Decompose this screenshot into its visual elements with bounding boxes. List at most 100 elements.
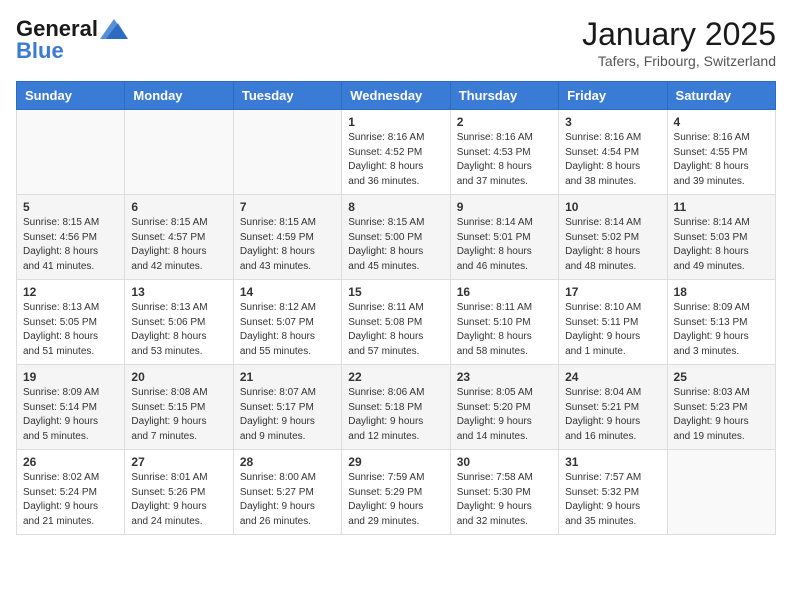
day-number: 15 [348, 285, 443, 299]
calendar-cell: 3Sunrise: 8:16 AM Sunset: 4:54 PM Daylig… [559, 110, 667, 195]
calendar-cell: 25 Sunrise: 8:03 AM Sunset: 5:23 PM Dayli… [667, 365, 775, 450]
logo-blue-text: Blue [16, 38, 64, 64]
day-header-wednesday: Wednesday [342, 82, 450, 110]
calendar-cell: 9Sunrise: 8:14 AM Sunset: 5:01 PM Daylig… [450, 195, 558, 280]
day-info: Sunrise: 8:15 AM Sunset: 4:59 PM Dayligh… [240, 216, 335, 274]
logo-icon [100, 19, 128, 39]
calendar-cell: 7Sunrise: 8:15 AM Sunset: 4:59 PM Daylig… [233, 195, 341, 280]
day-info: Sunrise: 8:15 AM Sunset: 4:57 PM Dayligh… [131, 216, 226, 274]
day-info: Sunrise: 8:14 AM Sunset: 5:01 PM Dayligh… [457, 216, 552, 274]
calendar-cell: 17Sunrise: 8:10 AM Sunset: 5:11 PM Dayli… [559, 280, 667, 365]
day-info: Sunrise: 8:05 AM Sunset: 5:20 PM Dayligh… [457, 386, 552, 444]
day-number: 22 [348, 370, 443, 384]
calendar-cell: 24 Sunrise: 8:04 AM Sunset: 5:21 PM Dayli… [559, 365, 667, 450]
calendar-cell: 31Sunrise: 7:57 AM Sunset: 5:32 PM Dayli… [559, 450, 667, 535]
day-number: 6 [131, 200, 226, 214]
day-header-friday: Friday [559, 82, 667, 110]
calendar-cell: 1 Sunrise: 8:16 AM Sunset: 4:52 PM Daylig… [342, 110, 450, 195]
day-info: Sunrise: 8:02 AM Sunset: 5:24 PM Dayligh… [23, 471, 118, 529]
month-title: January 2025 [582, 16, 776, 53]
day-header-monday: Monday [125, 82, 233, 110]
day-number: 4 [674, 115, 769, 129]
calendar-table: SundayMondayTuesdayWednesdayThursdayFrid… [16, 81, 776, 535]
day-info: Sunrise: 8:11 AM Sunset: 5:10 PM Dayligh… [457, 301, 552, 359]
day-info: Sunrise: 8:16 AM Sunset: 4:52 PM Dayligh… [348, 131, 443, 189]
day-info: Sunrise: 7:59 AM Sunset: 5:29 PM Dayligh… [348, 471, 443, 529]
day-info: Sunrise: 8:01 AM Sunset: 5:26 PM Dayligh… [131, 471, 226, 529]
day-info: Sunrise: 8:14 AM Sunset: 5:02 PM Dayligh… [565, 216, 660, 274]
day-number: 2 [457, 115, 552, 129]
calendar-cell [125, 110, 233, 195]
day-info: Sunrise: 8:00 AM Sunset: 5:27 PM Dayligh… [240, 471, 335, 529]
day-info: Sunrise: 8:11 AM Sunset: 5:08 PM Dayligh… [348, 301, 443, 359]
calendar-cell: 5 Sunrise: 8:15 AM Sunset: 4:56 PM Daylig… [17, 195, 125, 280]
day-number: 3 [565, 115, 660, 129]
calendar-cell: 19 Sunrise: 8:09 AM Sunset: 5:14 PM Dayli… [17, 365, 125, 450]
day-number: 29 [348, 455, 443, 469]
day-header-tuesday: Tuesday [233, 82, 341, 110]
day-number: 16 [457, 285, 552, 299]
calendar-cell: 14Sunrise: 8:12 AM Sunset: 5:07 PM Dayli… [233, 280, 341, 365]
day-number: 24 [565, 370, 660, 384]
calendar-cell: 20 Sunrise: 8:08 AM Sunset: 5:15 PM Dayli… [125, 365, 233, 450]
day-number: 17 [565, 285, 660, 299]
week-row-1: 1 Sunrise: 8:16 AM Sunset: 4:52 PM Daylig… [17, 110, 776, 195]
day-number: 27 [131, 455, 226, 469]
calendar-cell: 28 Sunrise: 8:00 AM Sunset: 5:27 PM Dayli… [233, 450, 341, 535]
day-number: 20 [131, 370, 226, 384]
day-header-saturday: Saturday [667, 82, 775, 110]
day-header-sunday: Sunday [17, 82, 125, 110]
week-row-5: 26 Sunrise: 8:02 AM Sunset: 5:24 PM Dayli… [17, 450, 776, 535]
day-info: Sunrise: 8:03 AM Sunset: 5:23 PM Dayligh… [674, 386, 769, 444]
day-number: 18 [674, 285, 769, 299]
day-info: Sunrise: 8:16 AM Sunset: 4:53 PM Dayligh… [457, 131, 552, 189]
calendar-cell [17, 110, 125, 195]
day-info: Sunrise: 7:57 AM Sunset: 5:32 PM Dayligh… [565, 471, 660, 529]
day-number: 12 [23, 285, 118, 299]
day-info: Sunrise: 8:04 AM Sunset: 5:21 PM Dayligh… [565, 386, 660, 444]
day-info: Sunrise: 8:09 AM Sunset: 5:13 PM Dayligh… [674, 301, 769, 359]
day-info: Sunrise: 7:58 AM Sunset: 5:30 PM Dayligh… [457, 471, 552, 529]
day-number: 5 [23, 200, 118, 214]
day-number: 28 [240, 455, 335, 469]
title-block: January 2025 Tafers, Fribourg, Switzerla… [582, 16, 776, 69]
calendar-cell: 22Sunrise: 8:06 AM Sunset: 5:18 PM Dayli… [342, 365, 450, 450]
day-number: 25 [674, 370, 769, 384]
calendar-cell: 2 Sunrise: 8:16 AM Sunset: 4:53 PM Daylig… [450, 110, 558, 195]
day-number: 8 [348, 200, 443, 214]
day-number: 30 [457, 455, 552, 469]
day-number: 13 [131, 285, 226, 299]
week-row-2: 5 Sunrise: 8:15 AM Sunset: 4:56 PM Daylig… [17, 195, 776, 280]
calendar-cell: 11Sunrise: 8:14 AM Sunset: 5:03 PM Dayli… [667, 195, 775, 280]
day-info: Sunrise: 8:15 AM Sunset: 4:56 PM Dayligh… [23, 216, 118, 274]
day-number: 10 [565, 200, 660, 214]
calendar-cell: 29 Sunrise: 7:59 AM Sunset: 5:29 PM Dayli… [342, 450, 450, 535]
calendar-cell: 8 Sunrise: 8:15 AM Sunset: 5:00 PM Daylig… [342, 195, 450, 280]
calendar-cell: 30 Sunrise: 7:58 AM Sunset: 5:30 PM Dayli… [450, 450, 558, 535]
calendar-cell: 15 Sunrise: 8:11 AM Sunset: 5:08 PM Dayli… [342, 280, 450, 365]
calendar-cell: 21Sunrise: 8:07 AM Sunset: 5:17 PM Dayli… [233, 365, 341, 450]
day-header-thursday: Thursday [450, 82, 558, 110]
day-number: 26 [23, 455, 118, 469]
page-header: General Blue January 2025 Tafers, Fribou… [16, 16, 776, 69]
location-text: Tafers, Fribourg, Switzerland [582, 53, 776, 69]
day-info: Sunrise: 8:08 AM Sunset: 5:15 PM Dayligh… [131, 386, 226, 444]
day-number: 11 [674, 200, 769, 214]
day-info: Sunrise: 8:15 AM Sunset: 5:00 PM Dayligh… [348, 216, 443, 274]
day-number: 23 [457, 370, 552, 384]
calendar-cell: 18 Sunrise: 8:09 AM Sunset: 5:13 PM Dayli… [667, 280, 775, 365]
week-row-3: 12 Sunrise: 8:13 AM Sunset: 5:05 PM Dayli… [17, 280, 776, 365]
logo: General Blue [16, 16, 128, 64]
day-number: 19 [23, 370, 118, 384]
day-info: Sunrise: 8:07 AM Sunset: 5:17 PM Dayligh… [240, 386, 335, 444]
day-info: Sunrise: 8:09 AM Sunset: 5:14 PM Dayligh… [23, 386, 118, 444]
calendar-cell: 26 Sunrise: 8:02 AM Sunset: 5:24 PM Dayli… [17, 450, 125, 535]
day-number: 1 [348, 115, 443, 129]
calendar-cell [667, 450, 775, 535]
calendar-cell: 10 Sunrise: 8:14 AM Sunset: 5:02 PM Dayli… [559, 195, 667, 280]
day-info: Sunrise: 8:13 AM Sunset: 5:05 PM Dayligh… [23, 301, 118, 359]
calendar-cell: 16 Sunrise: 8:11 AM Sunset: 5:10 PM Dayli… [450, 280, 558, 365]
calendar-cell: 12 Sunrise: 8:13 AM Sunset: 5:05 PM Dayli… [17, 280, 125, 365]
day-info: Sunrise: 8:16 AM Sunset: 4:55 PM Dayligh… [674, 131, 769, 189]
calendar-cell: 4 Sunrise: 8:16 AM Sunset: 4:55 PM Daylig… [667, 110, 775, 195]
